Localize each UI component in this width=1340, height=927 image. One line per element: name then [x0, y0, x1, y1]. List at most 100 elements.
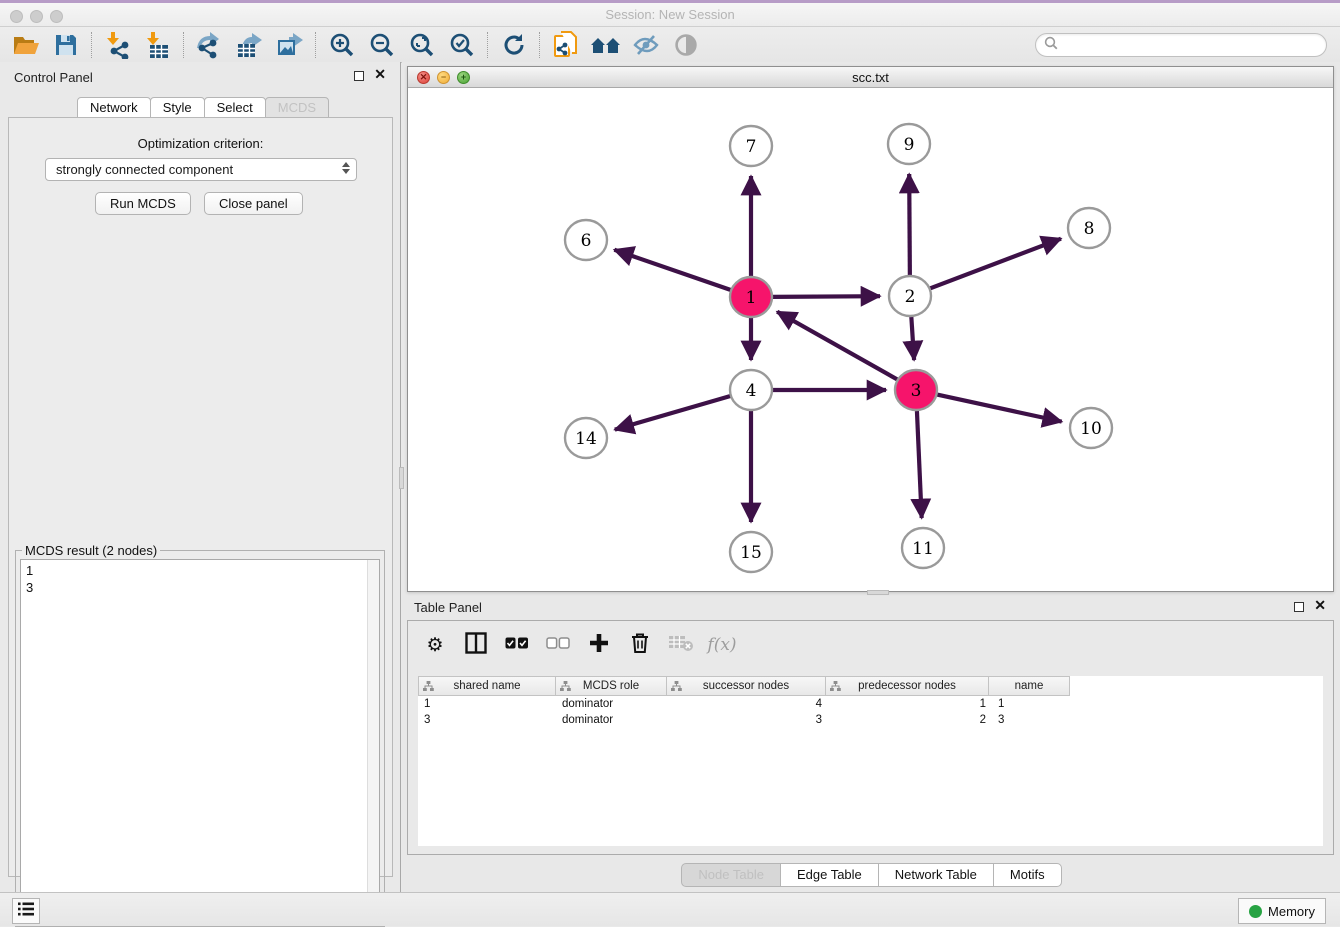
table-cell[interactable]: 4	[668, 698, 828, 710]
table-cell[interactable]: 1	[992, 698, 1074, 710]
clone-network-button[interactable]	[546, 30, 586, 60]
close-panel-icon[interactable]: ✕	[1314, 600, 1326, 610]
select-stepper-icon	[342, 162, 350, 174]
column-header-shared-name[interactable]: shared name	[418, 676, 556, 696]
table-cell[interactable]: 3	[992, 714, 1074, 726]
node-14[interactable]: 14	[565, 418, 607, 458]
edge-1-6[interactable]	[614, 250, 731, 290]
control-panel-tabs: NetworkStyleSelectMCDS	[77, 97, 328, 119]
node-10[interactable]: 10	[1070, 408, 1112, 448]
table-cell[interactable]: dominator	[556, 698, 668, 710]
import-table-button[interactable]	[138, 30, 178, 60]
control-panel-header: Control Panel ✕	[0, 62, 400, 90]
edge-3-10[interactable]	[937, 394, 1062, 421]
table-cell[interactable]: 3	[668, 714, 828, 726]
function-builder-button[interactable]: f(x)	[709, 632, 735, 658]
show-panels-menu-button[interactable]	[12, 898, 40, 924]
table-body: 1dominator4113dominator323	[418, 696, 1323, 728]
toggle-column-view-button[interactable]	[463, 632, 489, 658]
node-label: 14	[575, 429, 597, 449]
zoom-in-button[interactable]	[322, 30, 362, 60]
zoom-fit-button[interactable]	[402, 30, 442, 60]
run-mcds-button[interactable]: Run MCDS	[95, 192, 191, 215]
table-cell[interactable]: 1	[418, 698, 556, 710]
node-4[interactable]: 4	[730, 370, 772, 410]
delete-table-button[interactable]	[668, 632, 694, 658]
show-graphics-button[interactable]	[666, 30, 706, 60]
edge-2-3[interactable]	[911, 317, 914, 360]
column-header-name[interactable]: name	[988, 676, 1070, 696]
node-1[interactable]: 1	[730, 277, 772, 317]
tab-network[interactable]: Network	[77, 97, 151, 119]
split-divider-handle[interactable]	[399, 467, 404, 489]
table-row[interactable]: 3dominator323	[418, 712, 1323, 728]
export-network-button[interactable]	[190, 30, 230, 60]
node-8[interactable]: 8	[1068, 208, 1110, 248]
select-all-columns-button[interactable]	[504, 632, 530, 658]
table-settings-button[interactable]: ⚙	[422, 632, 448, 658]
search-input[interactable]	[1058, 38, 1326, 52]
tab-mcds[interactable]: MCDS	[265, 97, 329, 119]
zoom-selected-button[interactable]	[442, 30, 482, 60]
import-network-button[interactable]	[98, 30, 138, 60]
tab-network-table[interactable]: Network Table	[878, 863, 994, 887]
node-7[interactable]: 7	[730, 126, 772, 166]
table-cell[interactable]: 1	[828, 698, 992, 710]
node-15[interactable]: 15	[730, 532, 772, 572]
open-session-button[interactable]	[6, 30, 46, 60]
node-2[interactable]: 2	[889, 276, 931, 316]
tab-select[interactable]: Select	[204, 97, 266, 119]
unselect-all-columns-button[interactable]	[545, 632, 571, 658]
close-panel-icon[interactable]: ✕	[374, 69, 386, 79]
tab-node-table[interactable]: Node Table	[681, 863, 781, 887]
node-label: 1	[746, 288, 757, 308]
mcds-result-textarea[interactable]: 1 3	[20, 559, 380, 922]
column-label: name	[1015, 680, 1044, 692]
edge-3-11[interactable]	[917, 411, 922, 518]
column-header-mcds-role[interactable]: MCDS role	[555, 676, 667, 696]
node-11[interactable]: 11	[902, 528, 944, 568]
node-9[interactable]: 9	[888, 124, 930, 164]
status-bar: Memory	[0, 892, 1340, 926]
float-panel-icon[interactable]	[1294, 602, 1304, 612]
edge-2-8[interactable]	[930, 239, 1061, 289]
table-cell[interactable]: 3	[418, 714, 556, 726]
network-window-titlebar[interactable]: ✕ − + scc.txt	[408, 67, 1333, 88]
hide-graphics-button[interactable]	[626, 30, 666, 60]
table-cell[interactable]: 2	[828, 714, 992, 726]
column-header-successor-nodes[interactable]: successor nodes	[666, 676, 826, 696]
tab-style[interactable]: Style	[150, 97, 205, 119]
table-cell[interactable]: dominator	[556, 714, 668, 726]
edge-3-1[interactable]	[777, 312, 898, 380]
split-divider-handle[interactable]	[867, 590, 889, 595]
export-image-button[interactable]	[270, 30, 310, 60]
delete-column-button[interactable]	[627, 632, 653, 658]
node-label: 4	[746, 381, 757, 401]
node-6[interactable]: 6	[565, 220, 607, 260]
apply-layout-button[interactable]	[494, 30, 534, 60]
edge-1-2[interactable]	[772, 296, 880, 297]
optimization-criterion-select[interactable]: strongly connected component	[45, 158, 357, 181]
column-header-predecessor-nodes[interactable]: predecessor nodes	[825, 676, 989, 696]
create-column-button[interactable]	[586, 632, 612, 658]
zoom-out-button[interactable]	[362, 30, 402, 60]
table-row[interactable]: 1dominator411	[418, 696, 1323, 712]
edge-2-9[interactable]	[909, 174, 910, 275]
network-canvas[interactable]: 7 9 6 8 1 2 4 3 14 10 15 11	[409, 88, 1332, 590]
tab-motifs[interactable]: Motifs	[993, 863, 1062, 887]
result-scrollbar[interactable]	[367, 560, 379, 921]
float-panel-icon[interactable]	[354, 71, 364, 81]
eye-slash-icon	[632, 33, 660, 57]
toolbar-separator	[183, 32, 185, 58]
node-3[interactable]: 3	[895, 370, 937, 410]
tab-edge-table[interactable]: Edge Table	[780, 863, 879, 887]
close-panel-button[interactable]: Close panel	[204, 192, 303, 215]
memory-button[interactable]: Memory	[1238, 898, 1326, 924]
save-session-button[interactable]	[46, 30, 86, 60]
network-overview-button[interactable]	[586, 30, 626, 60]
export-table-button[interactable]	[230, 30, 270, 60]
search-field[interactable]	[1035, 33, 1327, 57]
trash-icon	[630, 632, 650, 659]
edge-4-14[interactable]	[615, 396, 731, 430]
export-image-icon	[276, 31, 304, 59]
